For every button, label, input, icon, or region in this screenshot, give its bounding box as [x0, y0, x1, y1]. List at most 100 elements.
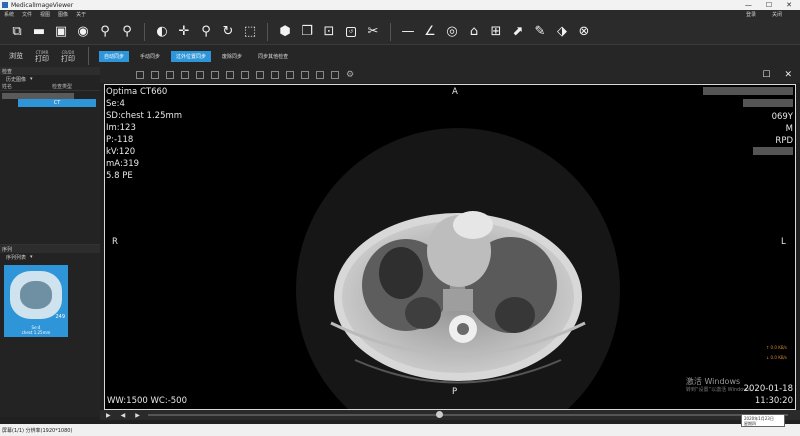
arrow-annotation-icon[interactable]: ⬈ — [509, 23, 527, 41]
position-sync-button[interactable]: 过外位置同步 — [171, 50, 212, 62]
house-icon[interactable]: ⌂ — [465, 23, 483, 41]
menu-about[interactable]: 关于 — [72, 11, 90, 18]
cube-3d-icon[interactable]: ⬢ — [276, 23, 294, 41]
window-level-icon[interactable]: ◐ — [153, 23, 171, 41]
window-title: MedicalImageViewer — [11, 1, 74, 9]
orientation-bottom: P — [452, 387, 458, 397]
maximize-view-icon[interactable]: ☐ — [762, 70, 770, 80]
clear-icon[interactable]: ⊗ — [575, 23, 593, 41]
layout-2x3-icon[interactable] — [226, 71, 234, 79]
layout-3x3-icon[interactable] — [256, 71, 264, 79]
study-select[interactable]: 历史图像 ▾ — [0, 75, 100, 83]
redacted-patient-info — [703, 87, 793, 95]
minimize-button[interactable]: — — [745, 1, 752, 9]
layout-toolbar: ⚙ ☐ ✕ — [100, 67, 800, 83]
print-cr-button[interactable]: CR/DX 打印 — [58, 49, 78, 63]
login-link[interactable]: 登录 — [742, 11, 760, 18]
cancel-sync-button[interactable]: 废除同步 — [217, 51, 247, 62]
menu-system[interactable]: 系统 — [0, 11, 18, 18]
search-patient-icon[interactable]: ⚲ — [118, 23, 136, 41]
column-name[interactable]: 姓名 — [0, 83, 50, 90]
overlay-top-left: Optima CT660 Se:4 SD:chest 1.25mm Im:123… — [106, 86, 182, 182]
pencil-icon[interactable]: ✎ — [531, 23, 549, 41]
magnifier-icon[interactable]: ⊡ — [320, 23, 338, 41]
overlay-modality: Optima CT660 — [106, 87, 168, 97]
next-icon[interactable]: ▶ — [135, 412, 140, 419]
cd-icon[interactable]: ◉ — [74, 23, 92, 41]
overlay-kv: kV:120 — [106, 147, 136, 157]
save-icon[interactable]: ▣ — [52, 23, 70, 41]
menu-view[interactable]: 视图 — [36, 11, 54, 18]
cine-playbar: ▶ ◀ ▶ — [100, 410, 800, 420]
layout-1x2-icon[interactable] — [151, 71, 159, 79]
eraser-icon[interactable]: ⬗ — [553, 23, 571, 41]
close-view-icon[interactable]: ✕ — [784, 70, 792, 80]
zoom-icon[interactable]: ⚲ — [197, 23, 215, 41]
secondary-toolbar: 浏览 CT/MR 打印 CR/DX 打印 自动同步 手动同步 过外位置同步 废除… — [0, 45, 800, 67]
open-folder-icon[interactable]: ▬ — [30, 23, 48, 41]
sync-other-study-button[interactable]: 同步其他检查 — [253, 51, 293, 62]
series-select[interactable]: 序列列表 ▾ — [0, 253, 100, 261]
scissors-icon[interactable]: ✂ — [364, 23, 382, 41]
layout-3x1-icon[interactable] — [211, 71, 219, 79]
layout-3x4-icon[interactable] — [271, 71, 279, 79]
print-ct-button[interactable]: CT/MR 打印 — [32, 49, 52, 63]
overlay-series: Se:4 — [106, 99, 125, 109]
browse-button[interactable]: 浏览 — [6, 52, 26, 60]
layout-5x5-icon[interactable] — [331, 71, 339, 79]
menu-image[interactable]: 图像 — [54, 11, 72, 18]
upload-speed: ↑ 0.0 KB/s — [765, 345, 787, 350]
download-speed: ↓ 0.0 KB/s — [765, 355, 787, 360]
overlay-sex: M — [785, 124, 793, 134]
column-study-type[interactable]: 检查类型 — [50, 83, 100, 90]
previous-icon[interactable]: ◀ — [121, 412, 126, 419]
settings-gear-icon[interactable]: ⚙ — [346, 70, 354, 80]
layout-4x5-icon[interactable] — [316, 71, 324, 79]
frame-slider-handle[interactable] — [436, 411, 443, 418]
search-series-icon[interactable]: ⚲ — [96, 23, 114, 41]
overlay-age: 069Y — [771, 112, 793, 122]
copy-icon[interactable]: ⧉ — [8, 23, 26, 41]
layout-4x4-icon[interactable] — [301, 71, 309, 79]
select-region-icon[interactable]: ⬚ — [241, 23, 259, 41]
layout-1x3-icon[interactable] — [196, 71, 204, 79]
maximize-button[interactable]: ☐ — [766, 1, 772, 9]
restore-view-icon[interactable]: ↺ — [342, 23, 360, 41]
crosshair-icon[interactable]: ⊞ — [487, 23, 505, 41]
overlay-orientation-code: RPD — [775, 136, 793, 146]
play-icon[interactable]: ▶ — [106, 412, 111, 419]
title-bar: MedicalImageViewer — ☐ ✕ — [0, 0, 800, 10]
series-thumbnail[interactable]: 249 Se:4 chest 1.25mm — [4, 265, 68, 337]
stack-icon[interactable]: ❐ — [298, 23, 316, 41]
redacted-patient-id — [743, 99, 793, 107]
study-table-header: 姓名 检查类型 — [0, 83, 100, 91]
pan-icon[interactable]: ✛ — [175, 23, 193, 41]
close-link[interactable]: 关闭 — [768, 11, 786, 18]
chevron-down-icon: ▾ — [30, 254, 33, 260]
image-viewport[interactable]: Optima CT660 Se:4 SD:chest 1.25mm Im:123… — [104, 84, 796, 410]
layout-2x1-icon[interactable] — [166, 71, 174, 79]
layout-3x2-icon[interactable] — [241, 71, 249, 79]
layout-1x1-icon[interactable] — [136, 71, 144, 79]
close-button[interactable]: ✕ — [786, 1, 792, 9]
print-cr-label: 打印 — [61, 55, 75, 63]
auto-sync-button[interactable]: 自动同步 — [99, 50, 130, 62]
toolbar-separator — [390, 22, 391, 41]
menu-file[interactable]: 文件 — [18, 11, 36, 18]
ellipse-roi-icon[interactable]: ◎ — [443, 23, 461, 41]
thumbnail-desc: chest 1.25mm — [21, 330, 51, 335]
manual-sync-button[interactable]: 手动同步 — [135, 51, 165, 62]
angle-icon[interactable]: ∠ — [421, 23, 439, 41]
left-panel: 检查 历史图像 ▾ 姓名 检查类型 CT 序列 序列列表 ▾ 249 Se:4 … — [0, 67, 100, 417]
layout-2x2-icon[interactable] — [181, 71, 189, 79]
overlay-image-number: Im:123 — [106, 123, 136, 133]
chevron-down-icon: ▾ — [30, 76, 33, 82]
orientation-left: R — [112, 237, 118, 247]
frame-slider-track[interactable] — [148, 414, 788, 416]
study-row[interactable]: CT — [18, 99, 96, 107]
window-level-readout: WW:1500 WC:-500 — [107, 396, 188, 406]
layout-4x3-icon[interactable] — [286, 71, 294, 79]
line-measure-icon[interactable]: — — [399, 23, 417, 41]
print-ct-label: 打印 — [35, 55, 49, 63]
rotate-icon[interactable]: ↻ — [219, 23, 237, 41]
